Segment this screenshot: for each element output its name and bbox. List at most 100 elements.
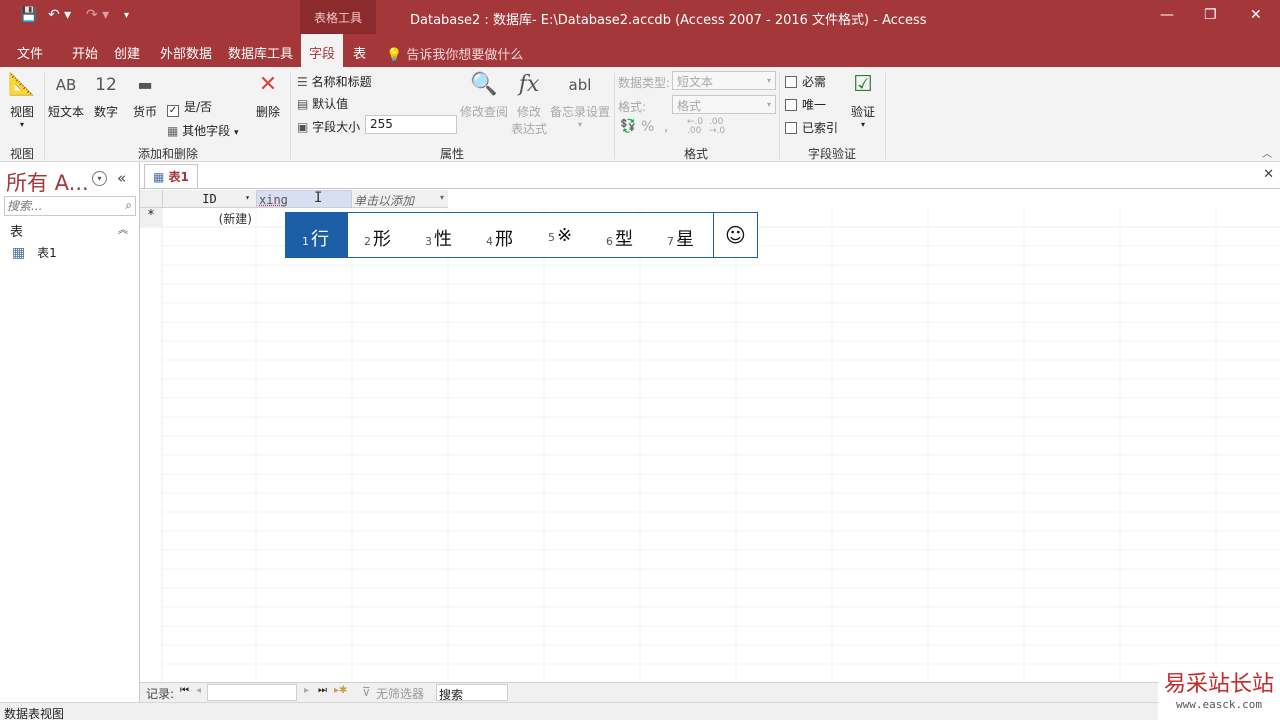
chevron-down-icon: ▾ — [860, 120, 865, 129]
nav-menu-dropdown-icon[interactable]: ▾ — [92, 171, 107, 186]
group-separator — [779, 73, 780, 159]
modify-expression-button[interactable]: fx 修改 表达式 — [510, 71, 548, 137]
increase-decimals-icon[interactable]: ←.0.00 — [687, 118, 703, 136]
group-label-field-validation: 字段验证 — [808, 147, 857, 161]
default-value-button[interactable]: ▤ 默认值 — [297, 95, 348, 112]
chevron-down-icon: ▾ — [577, 120, 582, 129]
ime-divider — [713, 213, 714, 257]
chevron-down-icon[interactable]: ▾ — [245, 193, 250, 202]
first-record-icon[interactable]: ⏮ — [180, 685, 189, 696]
tab-fields[interactable]: 字段 — [301, 34, 344, 67]
comma-icon[interactable]: , — [664, 119, 668, 135]
chevron-down-icon[interactable]: ▾ — [440, 193, 444, 202]
nav-item-table1[interactable]: ▦ 表1 — [12, 244, 57, 261]
tab-external-data[interactable]: 外部数据 — [160, 43, 212, 62]
ime-candidate-7[interactable]: 7星 — [667, 225, 694, 251]
ime-candidate-4[interactable]: 4邢 — [486, 225, 513, 251]
search-icon[interactable]: ⌕ — [125, 198, 132, 213]
indexed-checkbox[interactable]: 已索引 — [785, 119, 838, 136]
currency-icon: ▬ — [137, 75, 153, 94]
number-button[interactable]: 12 数字 — [92, 71, 120, 120]
table-icon: ▦ — [153, 170, 165, 184]
current-record-input[interactable] — [207, 684, 297, 701]
nav-search-box[interactable]: ⌕ — [4, 196, 136, 216]
modify-lookups-button[interactable]: 🔍 修改查阅 — [459, 71, 509, 120]
new-row-id-cell[interactable]: (新建) — [162, 208, 256, 227]
previous-record-icon[interactable]: ◂ — [196, 685, 201, 696]
group-label-format: 格式 — [684, 147, 709, 161]
last-record-icon[interactable]: ⏭ — [318, 685, 327, 696]
ime-candidate-3[interactable]: 3性 — [425, 225, 452, 251]
context-tab-label: 表格工具 — [313, 11, 362, 25]
next-record-icon[interactable]: ▸ — [304, 685, 309, 696]
table-icon: ▦ — [12, 245, 26, 261]
window-title: Database2 : 数据库- E:\Database2.accdb (Acc… — [410, 13, 927, 28]
collapse-ribbon-icon[interactable]: ︿ — [1262, 145, 1272, 160]
currency-button[interactable]: ▬ 货币 — [130, 71, 160, 120]
format-select[interactable]: 格式 ▾ — [672, 95, 776, 114]
lookup-icon: 🔍 — [470, 72, 498, 97]
column-header-id[interactable]: ID ▾ — [162, 190, 256, 208]
view-button[interactable]: 📐 视图 ▾ — [6, 71, 38, 129]
unique-checkbox[interactable]: 唯一 — [785, 96, 826, 113]
tab-home[interactable]: 开始 — [72, 43, 98, 62]
collapse-pane-icon[interactable]: « — [117, 169, 126, 187]
emoji-icon[interactable]: ☺ — [725, 223, 746, 247]
field-size-label: ▣ 字段大小 — [297, 120, 361, 134]
new-record-icon[interactable]: ▸✱ — [334, 685, 347, 696]
checkbox-icon — [785, 76, 797, 88]
column-header-click-to-add[interactable]: 单击以添加 ▾ — [352, 190, 448, 208]
memo-settings-button[interactable]: abl 备忘录设置 ▾ — [549, 71, 611, 129]
close-document-icon[interactable]: ✕ — [1263, 167, 1274, 182]
column-header-xing[interactable]: xing I — [256, 190, 352, 208]
ime-candidate-2[interactable]: 2形 — [364, 225, 391, 251]
other-fields-button[interactable]: ▦ 其他字段 ▾ — [167, 122, 239, 139]
record-search-input[interactable]: 搜索 — [436, 684, 508, 702]
nav-section-tables[interactable]: 表 — [10, 221, 23, 240]
percent-icon[interactable]: % — [641, 119, 654, 135]
tell-me-box[interactable]: 💡 告诉我你想要做什么 — [386, 44, 523, 63]
restore-icon[interactable]: ❐ — [1204, 7, 1217, 23]
chevron-down-icon: ▾ — [766, 76, 771, 85]
currency-format-icon[interactable]: 💱 — [620, 119, 636, 134]
validation-button[interactable]: ☑ 验证 ▾ — [848, 71, 878, 129]
nav-search-input[interactable] — [5, 197, 115, 214]
group-label-add-delete: 添加和删除 — [138, 147, 199, 161]
decrease-decimals-icon[interactable]: .00 →.0 — [709, 118, 725, 136]
ime-candidate-5[interactable]: 5 ※ — [548, 225, 572, 246]
short-text-icon: AB — [55, 76, 77, 94]
new-row-selector[interactable]: * — [140, 208, 162, 227]
minimize-icon[interactable]: — — [1160, 7, 1174, 23]
name-caption-button[interactable]: ☰ 名称和标题 — [297, 73, 372, 90]
ime-candidate-6[interactable]: 6型 — [606, 225, 633, 251]
tab-create[interactable]: 创建 — [114, 43, 140, 62]
chevron-down-icon: ▾ — [234, 128, 239, 138]
tab-file[interactable]: 文件 — [17, 43, 43, 62]
short-text-button[interactable]: AB 短文本 — [48, 71, 84, 120]
select-all-cell[interactable] — [140, 190, 162, 208]
field-size-input[interactable]: 255 — [365, 115, 457, 134]
ime-candidate-window: 1行 2形 3性 4邢 5 ※ 6型 7星 ☺ — [285, 212, 758, 258]
customize-toolbar-icon[interactable]: ▾ — [124, 10, 129, 21]
undo-icon[interactable]: ↶ ▾ — [48, 7, 71, 23]
redo-icon[interactable]: ↷ ▾ — [86, 7, 109, 23]
data-type-select[interactable]: 短文本 ▾ — [672, 71, 776, 90]
collapse-section-icon[interactable]: ︽ — [118, 221, 128, 236]
watermark-url: www.easck.com — [1175, 698, 1263, 711]
ime-candidate-1[interactable]: 1行 — [302, 225, 329, 251]
close-window-icon[interactable]: ✕ — [1250, 7, 1262, 23]
save-icon[interactable]: 💾 — [20, 7, 37, 23]
nav-pane-title[interactable]: 所有 A... — [6, 167, 89, 197]
delete-icon: ✕ — [258, 72, 278, 97]
yes-no-button[interactable]: ✓ 是/否 — [167, 98, 212, 117]
checkbox-icon — [785, 122, 797, 134]
tab-database-tools[interactable]: 数据库工具 — [228, 43, 293, 62]
delete-button[interactable]: ✕ 删除 — [254, 71, 282, 120]
validation-icon: ☑ — [853, 72, 873, 97]
required-checkbox[interactable]: 必需 — [785, 73, 826, 90]
title-bar: 💾 ↶ ▾ ↷ ▾ ▾ Database2 : 数据库- E:\Database… — [0, 0, 1280, 34]
document-tab-table1[interactable]: ▦ 表1 — [144, 164, 198, 188]
table-icon: ▦ — [167, 124, 179, 138]
filter-status[interactable]: 无筛选器 — [376, 685, 424, 702]
tab-table[interactable]: 表 — [353, 43, 366, 62]
